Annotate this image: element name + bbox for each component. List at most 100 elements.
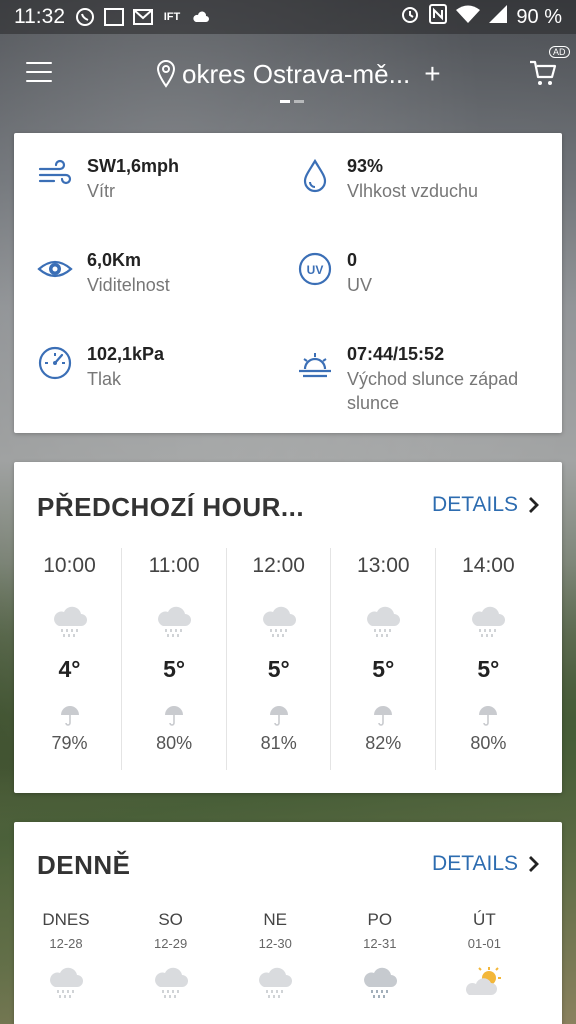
- day-column[interactable]: SO 12-29: [119, 910, 223, 1001]
- rain-cloud-icon: [155, 604, 193, 640]
- day-date: 12-28: [49, 936, 83, 951]
- wind-metric: SW1,6mph Vítr: [37, 153, 179, 203]
- uv-value: 0: [347, 250, 358, 270]
- hour-time: 12:00: [252, 554, 305, 577]
- hour-column: 14:00 5° 80%: [436, 548, 540, 770]
- wifi-icon: [456, 5, 481, 29]
- sunrise-sunset-icon: [299, 353, 331, 378]
- wind-label: Vítr: [87, 181, 116, 201]
- app-header: okres Ostrava-mě... + AD: [0, 46, 576, 100]
- rain-cloud-icon: [361, 965, 399, 1001]
- daily-details-link[interactable]: DETAILS: [432, 852, 540, 876]
- daily-forecast-card: DENNĚ DETAILS DNES 12-28 SO 12-29 NE 12-30 PO 1…: [14, 822, 562, 1024]
- day-date: 01-01: [467, 936, 502, 951]
- sun-label-line1: Východ slunce západ: [347, 369, 519, 389]
- visibility-label: Viditelnost: [87, 275, 170, 295]
- battery-level: 90 %: [516, 5, 562, 28]
- hour-temperature: 5°: [372, 656, 395, 682]
- sun-value: 07:44/15:52: [347, 344, 445, 364]
- signal-icon: [489, 5, 508, 29]
- hour-precipitation: 82%: [365, 733, 402, 753]
- rain-cloud-icon: [47, 965, 85, 1001]
- humidity-label: Vlhkost vzduchu: [347, 181, 479, 201]
- page-indicator: [280, 100, 304, 103]
- umbrella-icon: [163, 705, 185, 727]
- ad-badge: AD: [549, 46, 570, 58]
- add-location-button[interactable]: +: [424, 58, 440, 90]
- hourly-forecast-card: PŘEDCHOZÍ HOUR... DETAILS 10:00 4° 79% 11:0…: [14, 462, 562, 793]
- day-name: ÚT: [473, 910, 496, 929]
- chevron-right-icon: [529, 856, 539, 872]
- hour-column: 12:00 5° 81%: [227, 548, 332, 770]
- menu-button[interactable]: [26, 62, 52, 84]
- hour-temperature: 5°: [163, 656, 186, 682]
- day-column[interactable]: NE 12-30: [223, 910, 327, 1001]
- pressure-label: Tlak: [87, 369, 122, 389]
- day-date: 12-31: [363, 936, 397, 951]
- gauge-icon: [38, 346, 72, 380]
- hour-time: 14:00: [462, 554, 515, 577]
- location-pin-icon: [156, 60, 176, 88]
- status-time: 11:32: [14, 5, 65, 28]
- day-name: DNES: [42, 910, 90, 929]
- day-name: SO: [158, 910, 183, 929]
- humidity-metric: 93% Vlhkost vzduchu: [297, 153, 478, 203]
- daily-details-label: DETAILS: [432, 852, 518, 875]
- day-date: 12-30: [258, 936, 292, 951]
- humidity-value: 93%: [347, 156, 384, 176]
- hourly-details-link[interactable]: DETAILS: [432, 493, 540, 517]
- day-column[interactable]: DNES 12-28: [14, 910, 118, 1001]
- hour-precipitation: 79%: [51, 733, 88, 753]
- umbrella-icon: [59, 705, 81, 727]
- day-date: 12-29: [153, 936, 188, 951]
- hour-column: 13:00 5° 82%: [332, 548, 436, 770]
- gmail-icon: [133, 8, 153, 26]
- wind-value: SW1,6mph: [87, 156, 180, 176]
- weather-details-card: SW1,6mph Vítr 93% Vlhkost vzduchu 6,0Km Vid…: [14, 133, 562, 433]
- uv-icon: UV: [298, 252, 332, 286]
- day-column[interactable]: PO 12-31: [328, 910, 432, 1001]
- pressure-value: 102,1kPa: [87, 344, 165, 364]
- hour-temperature: 5°: [477, 656, 500, 682]
- location-name: okres Ostrava-mě...: [182, 58, 411, 89]
- uv-icon-text: UV: [307, 263, 324, 277]
- wind-icon: [38, 159, 72, 185]
- day-column[interactable]: ÚT 01-01: [432, 910, 536, 1001]
- hour-precipitation: 80%: [156, 733, 193, 753]
- hour-column: 11:00 5° 80%: [123, 548, 227, 770]
- pressure-metric: 102,1kPa Tlak: [37, 341, 164, 391]
- visibility-value: 6,0Km: [87, 250, 142, 270]
- day-name: NE: [263, 910, 287, 929]
- hour-time: 11:00: [148, 554, 200, 577]
- rain-cloud-icon: [152, 965, 190, 1001]
- sun-label-line2: slunce: [347, 393, 400, 413]
- hour-time: 13:00: [357, 554, 410, 577]
- rain-cloud-icon: [256, 965, 294, 1001]
- uv-metric: UV 0 UV: [297, 247, 372, 297]
- water-drop-icon: [303, 158, 327, 193]
- visibility-metric: 6,0Km Viditelnost: [37, 247, 170, 297]
- partly-sunny-icon: [465, 965, 503, 1001]
- sun-metric: 07:44/15:52 Východ slunce západ slunce: [297, 341, 518, 415]
- rain-cloud-icon: [469, 604, 507, 640]
- rain-cloud-icon: [364, 604, 402, 640]
- alarm-icon: [400, 4, 420, 30]
- day-name: PO: [367, 910, 393, 929]
- hour-precipitation: 81%: [260, 733, 297, 753]
- umbrella-icon: [372, 705, 394, 727]
- eye-icon: [37, 260, 73, 278]
- cart-icon[interactable]: [528, 58, 558, 88]
- cloud-icon: [191, 8, 211, 26]
- ift-icon: IFT: [163, 11, 181, 23]
- rain-cloud-icon: [51, 604, 89, 640]
- daily-title: DENNĚ: [37, 850, 131, 880]
- hourly-title: PŘEDCHOZÍ HOUR...: [37, 492, 305, 522]
- hourly-details-label: DETAILS: [432, 493, 518, 516]
- location-selector[interactable]: okres Ostrava-mě... +: [156, 58, 441, 90]
- umbrella-icon: [268, 705, 290, 727]
- rain-cloud-icon: [260, 604, 298, 640]
- nfc-icon: [429, 4, 448, 30]
- status-bar: 11:32 IFT 90 %: [0, 0, 576, 34]
- umbrella-icon: [477, 705, 499, 727]
- chevron-right-icon: [529, 497, 539, 513]
